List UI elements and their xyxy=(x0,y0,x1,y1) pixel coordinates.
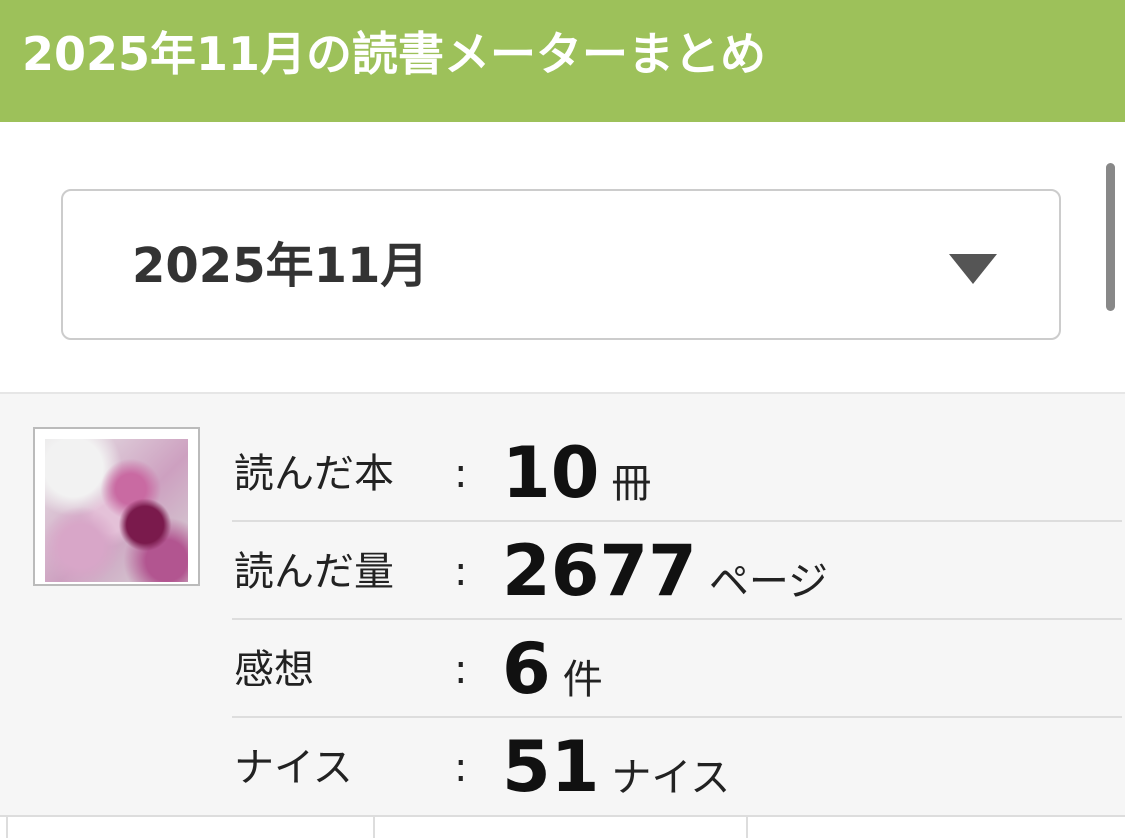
stat-books-read: 読んだ本 : 10 冊 xyxy=(232,424,1122,522)
stat-reviews: 感想 : 6件 xyxy=(232,620,1122,718)
stat-unit: 冊 xyxy=(611,461,652,507)
stat-value-pages: 2677 ページ xyxy=(502,526,828,627)
stat-value-nice: 51 ナイス xyxy=(502,722,730,823)
stat-value-books: 10 冊 xyxy=(502,428,651,529)
stat-number: 2677 xyxy=(502,530,697,612)
bottom-tabs xyxy=(0,815,1125,838)
page-title: 2025年11月の読書メーターまとめ xyxy=(22,27,767,81)
stat-number: 6 xyxy=(502,628,551,710)
stat-unit: 件 xyxy=(562,657,603,703)
tab-divider xyxy=(373,817,375,838)
stat-colon: : xyxy=(454,647,468,693)
tab-divider xyxy=(6,817,8,838)
stat-unit: ページ xyxy=(708,559,829,605)
stat-colon: : xyxy=(454,745,468,791)
stat-value-reviews: 6件 xyxy=(502,624,603,725)
page-header: 2025年11月の読書メーターまとめ xyxy=(0,0,1125,122)
month-select-value: 2025年11月 xyxy=(132,238,429,294)
stat-number: 10 xyxy=(502,432,600,514)
stat-unit: ナイス xyxy=(611,755,731,801)
chevron-down-icon xyxy=(949,254,997,284)
scrollbar[interactable] xyxy=(1106,163,1115,311)
profile-thumbnail xyxy=(33,427,200,586)
stat-nice: ナイス : 51 ナイス xyxy=(232,718,1122,816)
stat-label: 読んだ本 xyxy=(234,451,394,497)
tab-divider xyxy=(746,817,748,838)
stat-number: 51 xyxy=(502,726,600,808)
stat-label: 読んだ量 xyxy=(234,549,394,595)
stat-label: ナイス xyxy=(234,745,353,791)
stat-colon: : xyxy=(454,451,468,497)
stat-colon: : xyxy=(454,549,468,595)
stat-label: 感想 xyxy=(234,647,314,693)
reading-summary: 読んだ本 : 10 冊 読んだ量 : 2677 ページ 感想 : 6件 ナイス : … xyxy=(0,392,1125,836)
flower-photo xyxy=(45,439,188,582)
stat-pages-read: 読んだ量 : 2677 ページ xyxy=(232,522,1122,620)
month-select[interactable]: 2025年11月 xyxy=(61,189,1061,340)
